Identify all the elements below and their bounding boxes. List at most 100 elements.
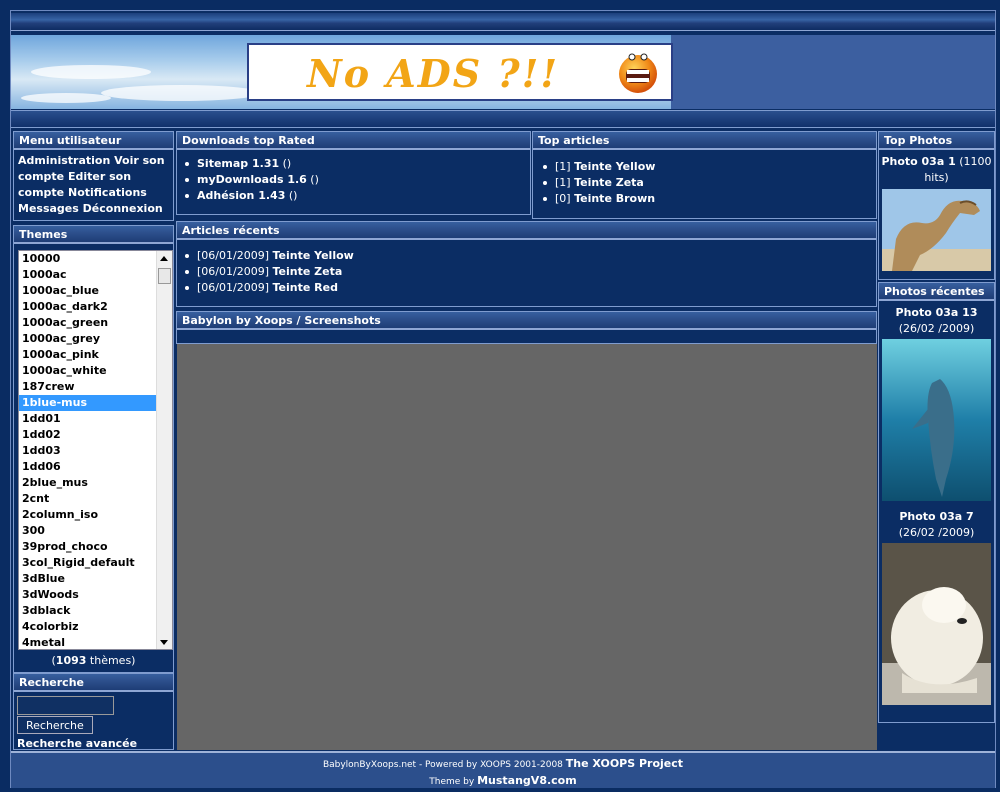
theme-option[interactable]: 2column_iso <box>19 507 157 523</box>
mustang-link[interactable]: MustangV8.com <box>477 774 577 787</box>
theme-option[interactable]: 1000ac_pink <box>19 347 157 363</box>
search-button[interactable]: Recherche <box>17 716 93 734</box>
theme-option[interactable]: 1dd03 <box>19 443 157 459</box>
article-link[interactable]: Teinte Zeta <box>272 265 342 278</box>
scroll-thumb[interactable] <box>158 268 171 284</box>
theme-option[interactable]: 1000ac_blue <box>19 283 157 299</box>
theme-option[interactable]: 2cnt <box>19 491 157 507</box>
article-date: [06/01/2009] <box>197 281 273 294</box>
menu-link-messages[interactable]: Messages <box>18 202 79 215</box>
theme-option[interactable]: 1000ac <box>19 267 157 283</box>
top-article-item: [1] Teinte Zeta <box>541 175 870 191</box>
article-link[interactable]: Teinte Red <box>272 281 337 294</box>
top-photo-name[interactable]: Photo 03a 1 <box>881 155 955 168</box>
theme-option[interactable]: 3dblack <box>19 603 157 619</box>
theme-option[interactable]: 187crew <box>19 379 157 395</box>
user-menu-title: Menu utilisateur <box>14 132 173 150</box>
recent-photos-title: Photos récentes <box>879 283 994 301</box>
download-rating: () <box>285 189 298 202</box>
recent-article-item: [06/01/2009] Teinte Red <box>183 280 870 296</box>
menu-link-logout[interactable]: Déconnexion <box>83 202 163 215</box>
article-date: [06/01/2009] <box>197 265 273 278</box>
theme-option[interactable]: 3dWoods <box>19 587 157 603</box>
downloads-panel: Downloads top Rated Sitemap 1.31 () myDow… <box>176 131 531 215</box>
themes-listbox[interactable]: 10000 1000ac 1000ac_blue 1000ac_dark2 1000ac… <box>18 250 173 650</box>
top-strip <box>11 13 995 31</box>
article-link[interactable]: Teinte Yellow <box>272 249 353 262</box>
download-item: myDownloads 1.6 () <box>183 172 524 188</box>
polar-bear-photo[interactable] <box>882 543 991 705</box>
article-link[interactable]: Teinte Zeta <box>574 176 644 189</box>
top-article-item: [1] Teinte Yellow <box>541 159 870 175</box>
menu-link-admin[interactable]: Administration <box>18 154 110 167</box>
downloads-title: Downloads top Rated <box>177 132 530 150</box>
themes-scrollbar[interactable] <box>156 251 172 649</box>
recent-articles-title: Articles récents <box>177 222 876 240</box>
top-articles-title: Top articles <box>533 132 876 150</box>
screenshots-title: Babylon by Xoops / Screenshots <box>177 312 876 330</box>
top-article-item: [0] Teinte Brown <box>541 191 870 207</box>
recent-photo-2-name[interactable]: Photo 03a 7 <box>899 510 973 523</box>
shouting-smiley-icon <box>619 53 657 93</box>
download-link[interactable]: myDownloads 1.6 <box>197 173 307 186</box>
theme-option[interactable]: 4colorbiz <box>19 619 157 635</box>
article-link[interactable]: Teinte Yellow <box>574 160 655 173</box>
recent-article-item: [06/01/2009] Teinte Zeta <box>183 264 870 280</box>
scroll-down-icon[interactable] <box>160 640 168 645</box>
nav-bar <box>11 110 995 128</box>
recent-article-item: [06/01/2009] Teinte Yellow <box>183 248 870 264</box>
theme-option[interactable]: 3col_Rigid_default <box>19 555 157 571</box>
download-item: Adhésion 1.43 () <box>183 188 524 204</box>
article-link[interactable]: Teinte Brown <box>574 192 655 205</box>
theme-option[interactable]: 1000ac_dark2 <box>19 299 157 315</box>
download-rating: () <box>306 173 319 186</box>
download-link[interactable]: Sitemap 1.31 <box>197 157 279 170</box>
theme-option[interactable]: 2blue_mus <box>19 475 157 491</box>
user-menu-panel: Menu utilisateur Administration Voir son… <box>13 131 174 221</box>
themes-panel: Themes 10000 1000ac 1000ac_blue 1000ac_dark… <box>13 225 174 673</box>
top-photos-title: Top Photos <box>879 132 994 150</box>
footer: BabylonByXoops.net - Powered by XOOPS 20… <box>11 751 995 788</box>
recent-photo-1-name[interactable]: Photo 03a 13 <box>896 306 978 319</box>
header-banner: No ADS ?!! <box>11 35 995 109</box>
camel-photo[interactable] <box>882 189 991 271</box>
search-input[interactable] <box>17 696 114 715</box>
theme-option[interactable]: 1dd01 <box>19 411 157 427</box>
theme-option[interactable]: 1dd06 <box>19 459 157 475</box>
theme-option[interactable]: 1000ac_white <box>19 363 157 379</box>
theme-option[interactable]: 300 <box>19 523 157 539</box>
ad-banner[interactable]: No ADS ?!! <box>247 43 673 101</box>
theme-option[interactable]: 1000ac_green <box>19 315 157 331</box>
themes-count: (1093 thèmes) <box>51 654 136 667</box>
theme-option[interactable]: 10000 <box>19 251 157 267</box>
menu-link-notifications[interactable]: Notifications <box>68 186 147 199</box>
page-frame: No ADS ?!! Menu utilisateur Administrati… <box>0 0 1000 792</box>
recent-photo-1-caption: Photo 03a 13 (26/02 /2009) <box>895 306 978 335</box>
theme-option[interactable]: 1blue-mus <box>19 395 157 411</box>
advanced-search-link[interactable]: Recherche avancée <box>17 737 170 750</box>
themes-title: Themes <box>14 226 173 244</box>
search-panel: Recherche Recherche Recherche avancée <box>13 673 174 750</box>
recent-photo-2-caption: Photo 03a 7 (26/02 /2009) <box>898 510 975 539</box>
download-link[interactable]: Adhésion 1.43 <box>197 189 285 202</box>
user-menu-links: Administration Voir son compte Editer so… <box>14 150 173 220</box>
theme-option[interactable]: 1000ac_grey <box>19 331 157 347</box>
dolphin-photo[interactable] <box>882 339 991 501</box>
top-photos-panel: Top Photos Photo 03a 1 (1100 hits) <box>878 131 995 280</box>
download-item: Sitemap 1.31 () <box>183 156 524 172</box>
download-rating: () <box>279 157 292 170</box>
screenshots-panel: Babylon by Xoops / Screenshots <box>176 311 877 344</box>
theme-option[interactable]: 3dBlue <box>19 571 157 587</box>
theme-option[interactable]: 1dd02 <box>19 427 157 443</box>
article-date: [06/01/2009] <box>197 249 273 262</box>
xoops-project-link[interactable]: The XOOPS Project <box>566 757 683 770</box>
article-count: [1] <box>555 176 575 189</box>
theme-option[interactable]: 4metal <box>19 635 157 649</box>
ad-text: No ADS ?!! <box>307 51 560 96</box>
top-photo-caption: Photo 03a 1 (1100 hits) <box>881 155 992 184</box>
theme-option[interactable]: 39prod_choco <box>19 539 157 555</box>
main-content-area <box>177 344 877 750</box>
scroll-up-icon[interactable] <box>160 256 168 261</box>
article-count: [1] <box>555 160 575 173</box>
search-title: Recherche <box>14 674 173 692</box>
